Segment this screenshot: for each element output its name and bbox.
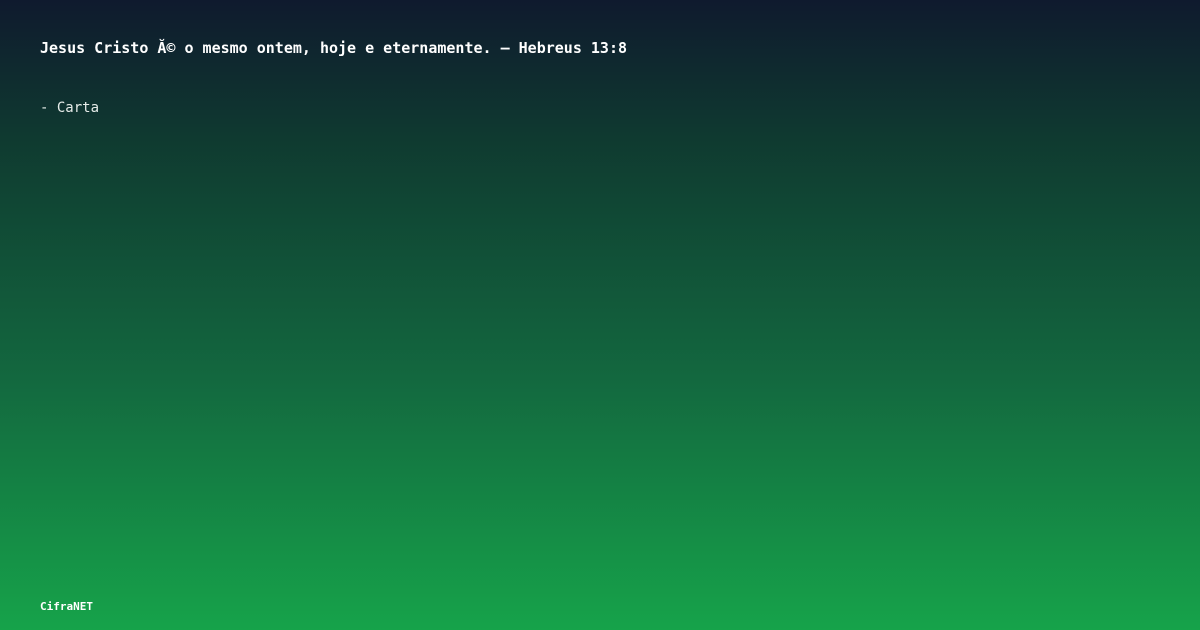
- page-subtitle: - Carta: [40, 100, 100, 116]
- page-title: Jesus Cristo Ă© o mesmo ontem, hoje e et…: [40, 39, 627, 57]
- brand-logo-text: CifraNET: [40, 600, 93, 613]
